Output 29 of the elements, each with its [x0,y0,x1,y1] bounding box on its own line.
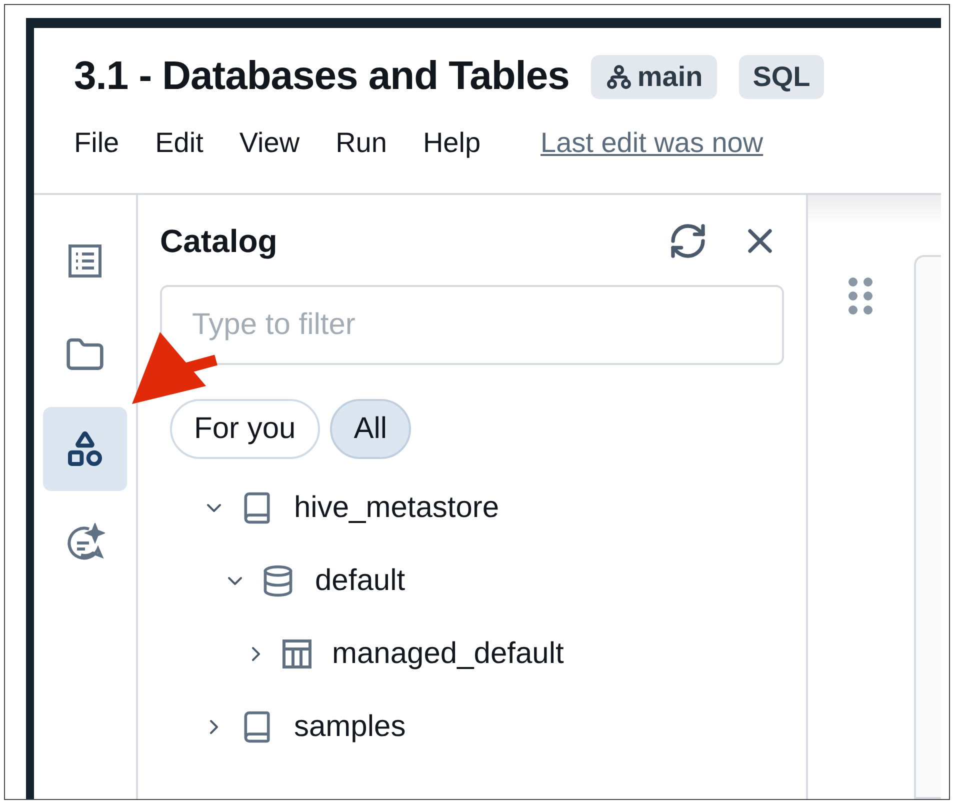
notebook-title: 3.1 - Databases and Tables [74,54,570,99]
branch-badge[interactable]: main [591,54,717,98]
tree-item-label: managed_default [332,636,564,670]
tree-item[interactable]: samples [160,690,784,763]
menu-item[interactable]: Help [422,127,481,159]
language-badge[interactable]: SQL [738,54,824,98]
menu-item[interactable]: View [239,127,300,159]
tree-item-label: samples [294,710,406,744]
list-icon [67,243,103,279]
filter-chip[interactable]: For you [170,399,320,459]
table-icon [282,638,312,668]
tree-item-label: default [315,564,406,598]
tree-item[interactable]: default [160,544,784,617]
filter-chip[interactable]: All [330,399,412,459]
filter-field[interactable]: Type to filter [160,285,784,365]
shapes-icon [65,429,105,469]
menu-item[interactable]: File [74,127,120,159]
menu-item[interactable]: Edit [155,127,204,159]
database-icon [261,564,295,598]
refresh-icon [668,221,708,261]
tree-item[interactable]: hive_metastore [160,471,784,544]
branch-icon [605,62,634,90]
tree-item[interactable]: managed_default [160,617,784,690]
drag-handle-icon[interactable] [848,277,874,315]
menu-item[interactable]: Run [336,127,387,159]
panel-title: Catalog [160,222,278,260]
last-edit-link[interactable]: Last edit was now [540,127,764,159]
tree-item-label: hive_metastore [294,490,500,524]
sidebar-tab[interactable] [43,407,127,491]
